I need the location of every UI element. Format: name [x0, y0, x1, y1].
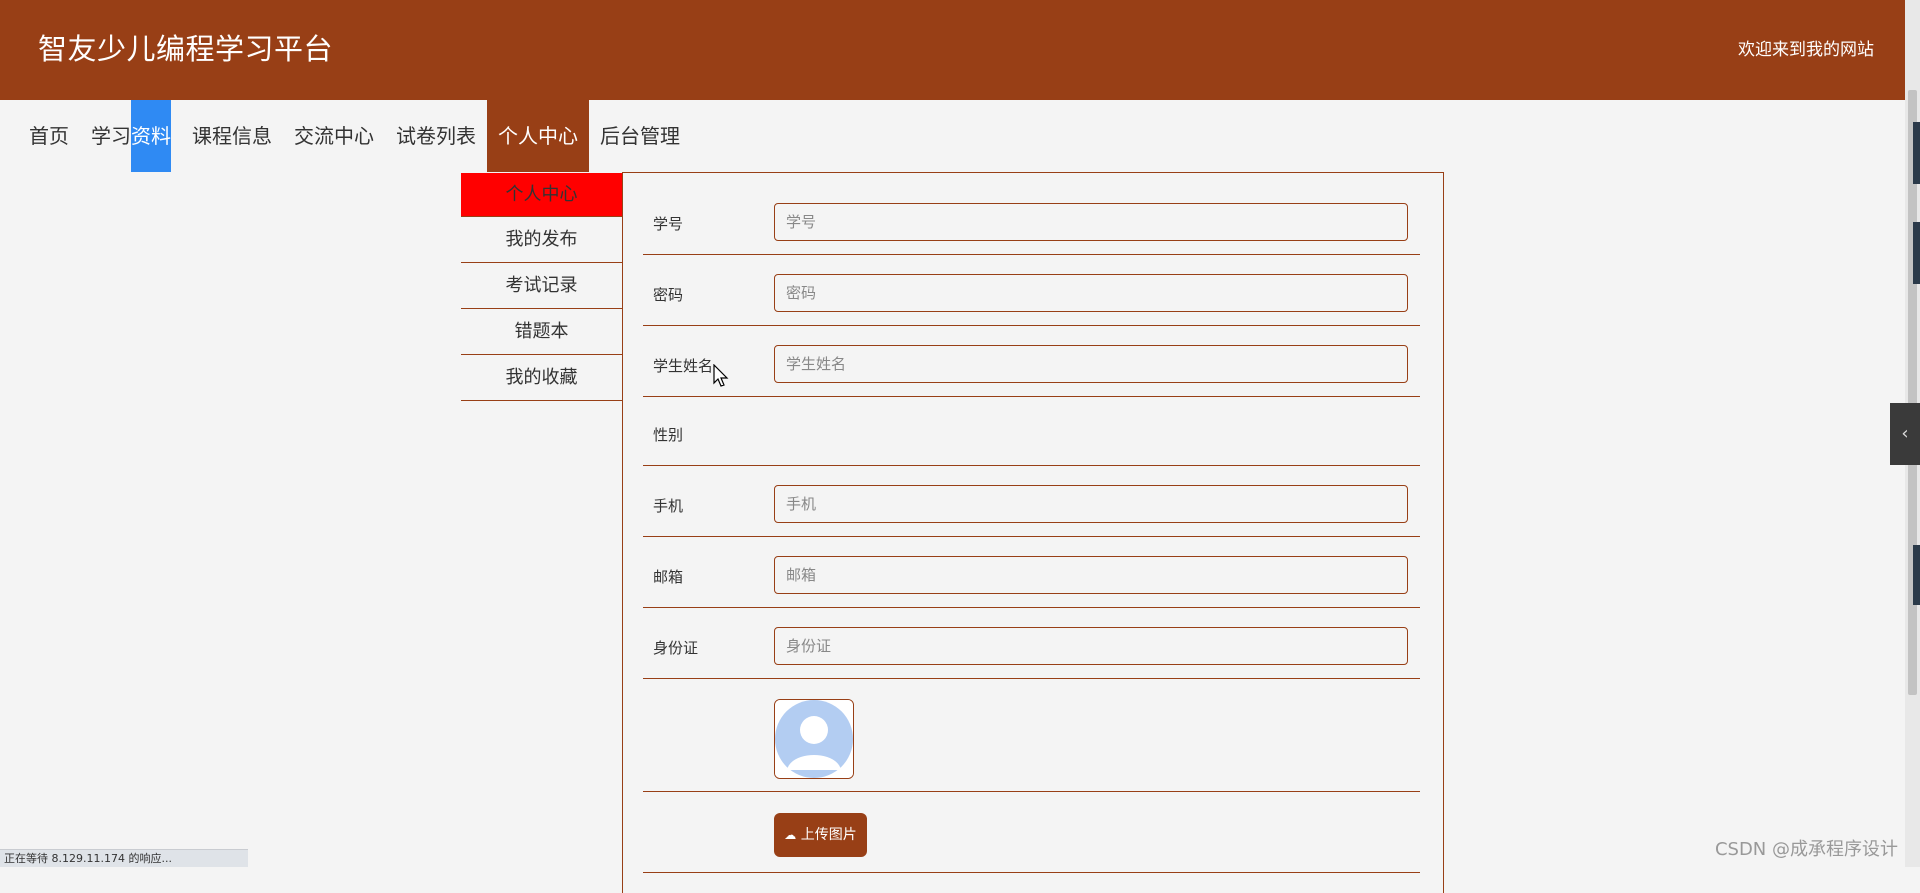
side-item-my-posts[interactable]: 我的发布: [461, 217, 622, 263]
email-input[interactable]: [774, 556, 1408, 594]
profile-form: 学号 密码 学生姓名 性别 手机 邮箱 身份证 ☁: [622, 172, 1444, 893]
id-card-label: 身份证: [653, 639, 699, 657]
phone-input[interactable]: [774, 485, 1408, 523]
nav-item-study-materials[interactable]: 学习资料: [80, 100, 181, 172]
side-item-wrong-questions[interactable]: 错题本: [461, 309, 622, 355]
nav-item-personal-center[interactable]: 个人中心: [487, 100, 589, 172]
welcome-text: 欢迎来到我的网站: [1738, 40, 1874, 60]
side-item-exam-records[interactable]: 考试记录: [461, 263, 622, 309]
chevron-left-icon: ‹: [1901, 423, 1909, 444]
avatar-image[interactable]: [774, 699, 854, 779]
side-item-personal-center[interactable]: 个人中心: [461, 173, 622, 217]
gender-label: 性别: [653, 426, 684, 444]
student-name-label: 学生姓名: [653, 357, 714, 375]
user-avatar-icon: [775, 700, 853, 778]
form-row-phone: 手机: [643, 466, 1420, 537]
text-selection-highlight: 资料: [131, 100, 171, 172]
form-row-email: 邮箱: [643, 537, 1420, 608]
form-row-student-id: 学号: [643, 173, 1420, 255]
form-row-password: 密码: [643, 255, 1420, 326]
password-input[interactable]: [774, 274, 1408, 312]
form-row-id-card: 身份证: [643, 608, 1420, 679]
edge-widget: [1913, 122, 1920, 184]
side-item-favorites[interactable]: 我的收藏: [461, 355, 622, 401]
nav-item-courses[interactable]: 课程信息: [181, 100, 283, 172]
edge-widget: [1913, 222, 1920, 284]
browser-status-bar: 正在等待 8.129.11.174 的响应...: [0, 849, 248, 867]
upload-image-button[interactable]: ☁ 上传图片: [774, 813, 867, 857]
watermark: CSDN @成承程序设计: [1714, 839, 1898, 860]
form-row-upload: ☁ 上传图片: [643, 792, 1420, 873]
student-id-label: 学号: [653, 215, 684, 233]
email-label: 邮箱: [653, 568, 684, 586]
nav-item-home[interactable]: 首页: [18, 100, 80, 172]
student-name-input[interactable]: [774, 345, 1408, 383]
form-row-avatar: [643, 679, 1420, 792]
password-label: 密码: [653, 286, 684, 304]
side-menu: 个人中心 我的发布 考试记录 错题本 我的收藏: [461, 173, 622, 401]
phone-label: 手机: [653, 497, 684, 515]
id-card-input[interactable]: [774, 627, 1408, 665]
cloud-upload-icon: ☁: [784, 828, 797, 842]
nav-item-label-part: 学习: [91, 124, 131, 148]
mouse-cursor-icon: [713, 364, 729, 387]
site-title[interactable]: 智友少儿编程学习平台: [38, 26, 333, 68]
form-row-student-name: 学生姓名: [643, 326, 1420, 397]
upload-button-label: 上传图片: [800, 827, 857, 843]
nav-item-admin[interactable]: 后台管理: [589, 100, 691, 172]
form-row-gender: 性别: [643, 397, 1420, 466]
site-header: 智友少儿编程学习平台 欢迎来到我的网站: [0, 0, 1905, 100]
edge-widget: [1913, 545, 1920, 605]
main-nav: 首页 学习资料 课程信息 交流中心 试卷列表 个人中心 后台管理: [18, 100, 691, 172]
nav-item-exams[interactable]: 试卷列表: [385, 100, 487, 172]
collapse-tab[interactable]: ‹: [1890, 403, 1920, 465]
student-id-input[interactable]: [774, 203, 1408, 241]
nav-item-forum[interactable]: 交流中心: [283, 100, 385, 172]
